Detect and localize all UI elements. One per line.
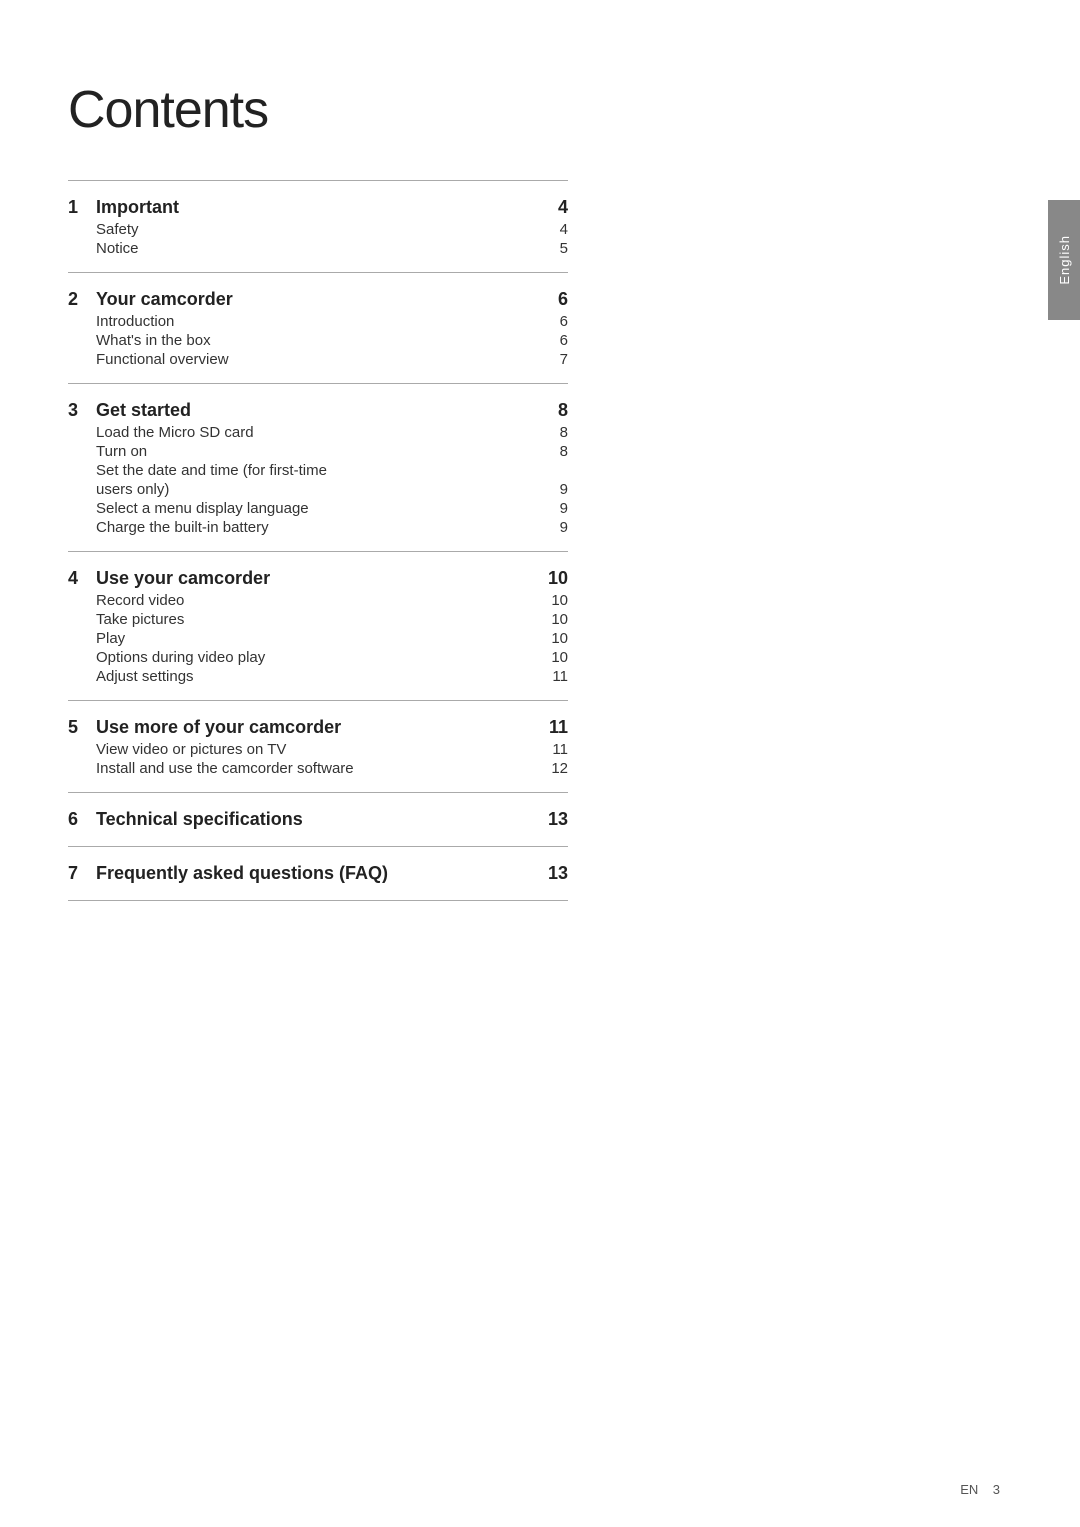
toc-sub-row: What's in the box6 <box>68 331 568 350</box>
sub-label: Notice <box>96 240 538 257</box>
sub-page: 11 <box>538 668 568 685</box>
section-group: 5Use more of your camcorder11View video … <box>68 701 568 792</box>
sub-label: View video or pictures on TV <box>96 741 538 758</box>
section-page: 13 <box>538 863 568 884</box>
footer-page: 3 <box>993 1482 1000 1497</box>
section-page: 4 <box>538 197 568 218</box>
section-label: Your camcorder <box>96 289 538 310</box>
section-group: 2Your camcorder6Introduction6What's in t… <box>68 273 568 383</box>
section-page: 8 <box>538 400 568 421</box>
sub-page: 10 <box>538 630 568 647</box>
sub-page: 7 <box>538 351 568 368</box>
page-title: Contents <box>68 80 568 140</box>
sub-page: 4 <box>538 221 568 238</box>
section-number: 1 <box>68 197 96 218</box>
section-group: 1Important4Safety4Notice5 <box>68 181 568 272</box>
section-number: 2 <box>68 289 96 310</box>
toc-sub-row: Load the Micro SD card8 <box>68 423 568 442</box>
toc-sub-row: Take pictures10 <box>68 610 568 629</box>
section-number: 3 <box>68 400 96 421</box>
section-number: 4 <box>68 568 96 589</box>
section-number: 7 <box>68 863 96 884</box>
toc-sub-row: Introduction6 <box>68 312 568 331</box>
toc-container: 1Important4Safety4Notice52Your camcorder… <box>68 180 568 901</box>
toc-header-row: 3Get started8 <box>68 398 568 423</box>
toc-sub-row: users only)9 <box>68 480 568 499</box>
section-label: Frequently asked questions (FAQ) <box>96 863 538 884</box>
toc-sub-row: Safety4 <box>68 220 568 239</box>
sub-label: Select a menu display language <box>96 500 538 517</box>
toc-sub-row: Select a menu display language9 <box>68 499 568 518</box>
section-page: 6 <box>538 289 568 310</box>
toc-header-row: 6Technical specifications13 <box>68 807 568 832</box>
sub-label: Record video <box>96 592 538 609</box>
sub-label: Take pictures <box>96 611 538 628</box>
section-label: Use more of your camcorder <box>96 717 538 738</box>
sub-page: 12 <box>538 760 568 777</box>
sub-page: 10 <box>538 611 568 628</box>
side-tab-label: English <box>1057 235 1072 285</box>
sub-page: 11 <box>538 741 568 758</box>
sub-page: 9 <box>538 481 568 498</box>
sub-page: 10 <box>538 592 568 609</box>
toc-header-row: 7Frequently asked questions (FAQ)13 <box>68 861 568 886</box>
toc-sub-row: Play10 <box>68 629 568 648</box>
sub-label: Introduction <box>96 313 538 330</box>
section-page: 10 <box>538 568 568 589</box>
section-number: 6 <box>68 809 96 830</box>
sub-page: 6 <box>538 313 568 330</box>
sub-page: 5 <box>538 240 568 257</box>
toc-header-row: 2Your camcorder6 <box>68 287 568 312</box>
sub-label: Functional overview <box>96 351 538 368</box>
toc-sub-row: Options during video play10 <box>68 648 568 667</box>
sub-label: What's in the box <box>96 332 538 349</box>
sub-label: Charge the built-in battery <box>96 519 538 536</box>
final-divider <box>68 900 568 901</box>
sub-page: 8 <box>538 424 568 441</box>
section-group: 4Use your camcorder10Record video10Take … <box>68 552 568 700</box>
sub-label: Options during video play <box>96 649 538 666</box>
section-label: Technical specifications <box>96 809 538 830</box>
sub-page: 10 <box>538 649 568 666</box>
toc-sub-row: Functional overview7 <box>68 350 568 369</box>
toc-sub-row: Install and use the camcorder software12 <box>68 759 568 778</box>
section-label: Use your camcorder <box>96 568 538 589</box>
section-group: 3Get started8Load the Micro SD card8Turn… <box>68 384 568 551</box>
footer-lang: EN <box>960 1482 978 1497</box>
sub-label: Set the date and time (for first-time <box>96 462 538 479</box>
toc-sub-row: Charge the built-in battery9 <box>68 518 568 537</box>
section-label: Get started <box>96 400 538 421</box>
sub-label: users only) <box>96 481 538 498</box>
toc-content: Contents 1Important4Safety4Notice52Your … <box>68 80 568 901</box>
toc-sub-row: View video or pictures on TV11 <box>68 740 568 759</box>
sub-page: 9 <box>538 500 568 517</box>
toc-sub-row: Turn on8 <box>68 442 568 461</box>
sub-label: Turn on <box>96 443 538 460</box>
section-page: 13 <box>538 809 568 830</box>
toc-sub-row: Notice5 <box>68 239 568 258</box>
toc-header-row: 4Use your camcorder10 <box>68 566 568 591</box>
footer: EN 3 <box>960 1482 1000 1497</box>
sub-page: 8 <box>538 443 568 460</box>
section-page: 11 <box>538 717 568 738</box>
sub-page: 9 <box>538 519 568 536</box>
sub-label: Load the Micro SD card <box>96 424 538 441</box>
sub-label: Install and use the camcorder software <box>96 760 538 777</box>
section-label: Important <box>96 197 538 218</box>
page: English Contents 1Important4Safety4Notic… <box>0 0 1080 1527</box>
toc-header-row: 1Important4 <box>68 195 568 220</box>
sub-label: Adjust settings <box>96 668 538 685</box>
section-number: 5 <box>68 717 96 738</box>
section-group: 6Technical specifications13 <box>68 793 568 846</box>
toc-header-row: 5Use more of your camcorder11 <box>68 715 568 740</box>
toc-sub-row: Record video10 <box>68 591 568 610</box>
sub-label: Play <box>96 630 538 647</box>
section-group: 7Frequently asked questions (FAQ)13 <box>68 847 568 900</box>
side-tab: English <box>1048 200 1080 320</box>
toc-sub-row: Set the date and time (for first-time <box>68 461 568 480</box>
toc-sub-row: Adjust settings11 <box>68 667 568 686</box>
sub-label: Safety <box>96 221 538 238</box>
sub-page: 6 <box>538 332 568 349</box>
